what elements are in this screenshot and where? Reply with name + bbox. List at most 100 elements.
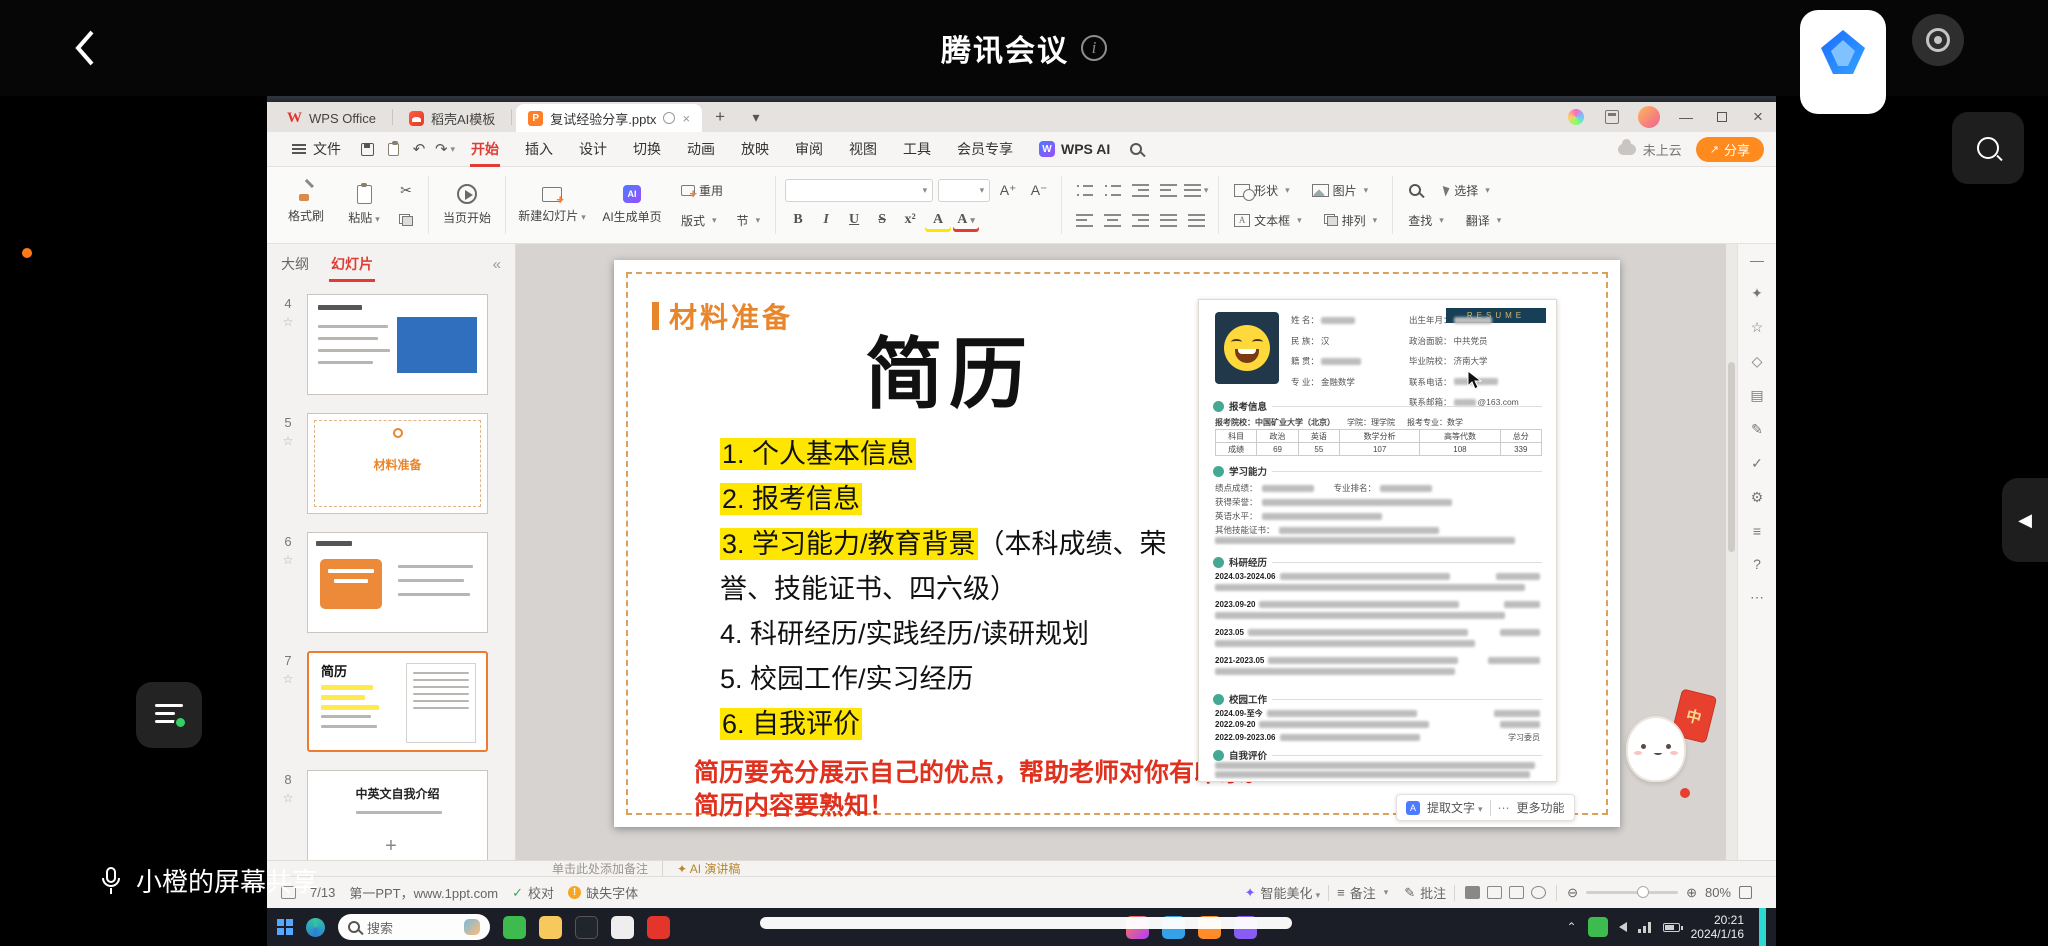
justify-button[interactable] [1155,208,1181,232]
play-current-button[interactable]: 当页开始 [438,184,496,226]
record-button[interactable] [1912,14,1964,66]
close-window-button[interactable] [1740,102,1776,132]
slide-thumbnail-4[interactable] [307,294,488,395]
resume-image[interactable]: RESUME 姓 名： 民 族：汉 籍 贯： 专 业： 金融数学 出生年月： 政… [1198,299,1557,782]
taskbar-search[interactable]: 搜索 [338,914,490,940]
fit-slide-button[interactable] [1739,886,1752,899]
settings-panel-icon[interactable]: ⚙ [1751,489,1764,506]
missing-font-status[interactable]: ! 缺失字体 [568,883,638,902]
skin-button[interactable] [1558,102,1594,132]
collapse-strip-icon[interactable] [1750,252,1764,268]
bullet-list-button[interactable] [1071,178,1097,202]
menu-tools[interactable]: 工具 [890,132,944,167]
network-icon[interactable] [1637,921,1652,933]
star-icon[interactable] [283,434,294,448]
wechat-app-icon[interactable] [503,915,526,939]
smart-beautify-button[interactable]: ✦ 智能美化 [1237,883,1328,902]
translate-dropdown[interactable]: 翻译 [1460,208,1508,232]
bold-button[interactable]: B [785,208,811,232]
menu-view[interactable]: 视图 [836,132,890,167]
menu-wps-ai[interactable]: W WPS AI [1026,132,1123,167]
comments-button[interactable]: ✎ 批注 [1396,883,1454,902]
photos-app-icon[interactable] [611,915,634,939]
cloud-status[interactable]: 未上云 [1617,138,1682,159]
tab-wps-home[interactable]: W WPS Office [275,104,388,132]
edit-panel-icon[interactable]: ✎ [1751,421,1763,438]
user-avatar[interactable] [1638,106,1660,128]
star-icon[interactable] [283,791,294,805]
shapes-dropdown[interactable]: 形状 [1228,178,1296,202]
extract-text-button[interactable]: 提取文字 [1427,799,1483,816]
more-functions-button[interactable]: 更多功能 [1517,799,1565,816]
menu-design[interactable]: 设计 [566,132,620,167]
captions-overlay-button[interactable] [136,682,202,748]
file-menu[interactable]: 文件 [279,132,354,167]
paste-button[interactable]: 粘贴 [335,182,393,226]
dell-app-icon[interactable] [575,915,598,939]
slide-thumbnail-7-selected[interactable]: 简历 [307,651,488,752]
more-panels-icon[interactable] [1750,589,1764,606]
wechat-tray-icon[interactable] [1587,917,1608,937]
superscript-button[interactable]: x² [897,208,923,232]
wps-app-icon[interactable] [647,915,670,939]
slide-thumbnail-5[interactable]: 材料准备 [307,413,488,514]
section-dropdown[interactable]: 节 [731,208,767,232]
copy-button[interactable] [393,208,419,232]
select-dropdown[interactable]: 选择 [1438,178,1496,202]
tab-document[interactable]: P 复试经验分享.pptx [516,104,703,132]
menu-slideshow[interactable]: 放映 [728,132,782,167]
print-button[interactable] [380,137,406,161]
new-tab-button[interactable] [702,102,738,132]
share-button[interactable]: ↗ 分享 [1695,136,1764,162]
align-left-button[interactable] [1071,208,1097,232]
redo-button[interactable] [432,137,458,161]
close-tab-icon[interactable] [682,111,690,126]
zoom-in-button[interactable]: ⊕ [1686,885,1697,901]
sidebar-expand-handle[interactable] [2002,478,2048,562]
tab-template[interactable]: 稻壳AI模板 [397,104,507,132]
ribbon-search-button[interactable] [1123,137,1149,161]
battery-icon[interactable] [1662,922,1683,932]
font-size-select[interactable] [938,178,991,202]
tab-list-button[interactable] [738,102,774,132]
help-panel-icon[interactable]: ? [1753,556,1761,572]
italic-button[interactable]: I [813,208,839,232]
volume-icon[interactable] [1618,922,1627,932]
save-button[interactable] [354,137,380,161]
star-icon[interactable] [283,315,294,329]
add-slide-button[interactable] [267,835,515,858]
menu-animation[interactable]: 动画 [674,132,728,167]
scrollbar-thumb[interactable] [1728,362,1735,552]
menu-home[interactable]: 开始 [458,132,512,167]
normal-view-button[interactable] [1465,886,1481,899]
slide-thumbnail-6[interactable] [307,532,488,633]
underline-button[interactable]: U [841,208,867,232]
align-center-button[interactable] [1099,208,1125,232]
info-icon[interactable]: i [1081,35,1107,61]
design-panel-icon[interactable]: ◇ [1752,353,1763,370]
find-dropdown[interactable]: 查找 [1402,208,1450,232]
proof-panel-icon[interactable] [1751,455,1763,472]
line-spacing-button[interactable] [1183,178,1209,202]
folder-app-icon[interactable] [539,915,562,939]
slide-title[interactable]: 简历 [774,312,1124,424]
edge-browser-icon[interactable] [306,917,325,937]
tray-expand-icon[interactable]: ⌃ [1567,920,1577,934]
picture-dropdown[interactable]: 图片 [1306,178,1375,202]
star-icon[interactable] [283,553,294,567]
arrange-dropdown[interactable]: 排列 [1318,208,1384,232]
number-list-button[interactable] [1099,178,1125,202]
indent-button[interactable] [1155,178,1181,202]
distribute-button[interactable] [1183,208,1209,232]
windows-start-button[interactable] [277,919,293,935]
layout-button[interactable] [1594,102,1630,132]
menu-transition[interactable]: 切换 [620,132,674,167]
new-slide-button[interactable]: 新建幻灯片 [515,186,589,224]
align-right-button[interactable] [1127,208,1153,232]
layout-dropdown[interactable]: 版式 [675,208,723,232]
highlight-color-button[interactable]: A [925,208,951,232]
reuse-button[interactable]: 重用 [675,178,766,202]
menu-insert[interactable]: 插入 [512,132,566,167]
wps-mascot-sticker[interactable]: 中 [1620,684,1730,819]
zoom-out-button[interactable]: ⊖ [1567,885,1578,901]
